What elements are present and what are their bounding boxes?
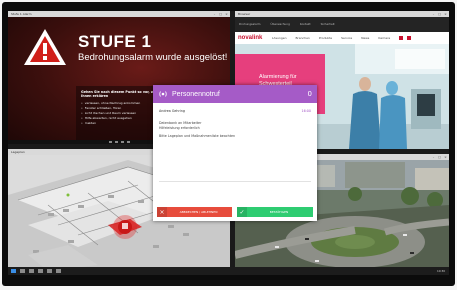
header-link[interactable]: Kontakt bbox=[300, 22, 311, 27]
nav-item[interactable]: Branchen bbox=[295, 36, 309, 40]
reject-button-label: ABBRECHEN / ABLEHNEN bbox=[179, 210, 218, 214]
nav-item[interactable]: Service bbox=[341, 36, 352, 40]
nav-item[interactable]: Produkte bbox=[319, 36, 332, 40]
menu-icon[interactable] bbox=[407, 36, 412, 40]
start-icon[interactable] bbox=[11, 269, 16, 273]
header-link[interactable]: Überwachung bbox=[271, 22, 290, 27]
nav-item[interactable]: Karriere bbox=[378, 36, 390, 40]
emergency-call-dialog: Personennotruf 0 Andrea Gehring 16:00 Da… bbox=[153, 85, 317, 221]
control-icon[interactable] bbox=[120, 141, 124, 143]
dialog-header: Personennotruf 0 bbox=[153, 85, 317, 103]
taskbar: 10:30 bbox=[8, 267, 449, 275]
call-time: 16:00 bbox=[301, 109, 311, 113]
maximize-icon[interactable]: □ bbox=[437, 12, 442, 16]
taskbar-app-icon[interactable] bbox=[29, 269, 34, 273]
close-icon[interactable]: × bbox=[443, 12, 448, 16]
confirm-button[interactable]: ✓ BESTÄTIGEN bbox=[237, 207, 313, 217]
control-icon[interactable] bbox=[108, 141, 112, 143]
close-icon[interactable]: × bbox=[443, 155, 448, 159]
web-window-title: Browser bbox=[238, 12, 251, 16]
caller-name: Andrea Gehring bbox=[159, 109, 185, 113]
monitor-bezel: Stufe 1 Alarm – □ × STUFE 1 Bedrohungsal… bbox=[2, 2, 455, 286]
broadcast-icon bbox=[159, 91, 167, 97]
alarm-subheading: Bedrohungsalarm wurde ausgelöst! bbox=[78, 52, 228, 63]
nav-item[interactable]: Lösungen bbox=[272, 36, 286, 40]
reject-button[interactable]: × ABBRECHEN / ABLEHNEN bbox=[157, 207, 232, 217]
maximize-icon[interactable]: □ bbox=[437, 155, 442, 159]
minimize-icon[interactable]: – bbox=[431, 155, 436, 159]
taskbar-app-icon[interactable] bbox=[56, 269, 61, 273]
site-logo[interactable]: novalink bbox=[238, 35, 272, 41]
confirm-button-label: BESTÄTIGEN bbox=[269, 210, 289, 214]
nav-item[interactable]: News bbox=[361, 36, 369, 40]
taskbar-app-icon[interactable] bbox=[38, 269, 43, 273]
check-icon: ✓ bbox=[237, 207, 247, 217]
header-link[interactable]: Drohungsalarm bbox=[239, 22, 261, 27]
dialog-message-line: Bitte Lageplan und Maßnahmenliste beacht… bbox=[159, 134, 236, 139]
search-icon[interactable] bbox=[399, 36, 404, 40]
taskbar-app-icon[interactable] bbox=[20, 269, 25, 273]
taskbar-app-icon[interactable] bbox=[47, 269, 52, 273]
dialog-body: Andrea Gehring 16:00 Datenbank an Mitarb… bbox=[159, 109, 311, 139]
close-icon: × bbox=[157, 207, 167, 217]
maximize-icon[interactable]: □ bbox=[218, 12, 223, 16]
dialog-count-badge: 0 bbox=[307, 90, 312, 98]
web-navigation: novalink Lösungen Branchen Produkte Serv… bbox=[235, 32, 449, 44]
header-link[interactable]: Sicherheit bbox=[321, 22, 335, 27]
alarm-heading: STUFE 1 bbox=[78, 32, 152, 51]
web-top-header: Drohungsalarm Überwachung Kontakt Sicher… bbox=[235, 17, 449, 32]
dialog-title: Personennotruf bbox=[172, 90, 220, 98]
desktop-screen: Stufe 1 Alarm – □ × STUFE 1 Bedrohungsal… bbox=[8, 11, 449, 275]
taskbar-clock: 10:30 bbox=[436, 269, 445, 273]
hero-text-line: Alarmierung für bbox=[259, 74, 297, 80]
control-icon[interactable] bbox=[114, 141, 118, 143]
control-icon[interactable] bbox=[126, 141, 130, 143]
minimize-icon[interactable]: – bbox=[431, 12, 436, 16]
close-icon[interactable]: × bbox=[224, 12, 229, 16]
alarm-window-title: Stufe 1 Alarm bbox=[11, 12, 32, 16]
dialog-divider bbox=[159, 181, 311, 182]
minimize-icon[interactable]: – bbox=[212, 12, 217, 16]
warning-icon bbox=[24, 29, 66, 65]
